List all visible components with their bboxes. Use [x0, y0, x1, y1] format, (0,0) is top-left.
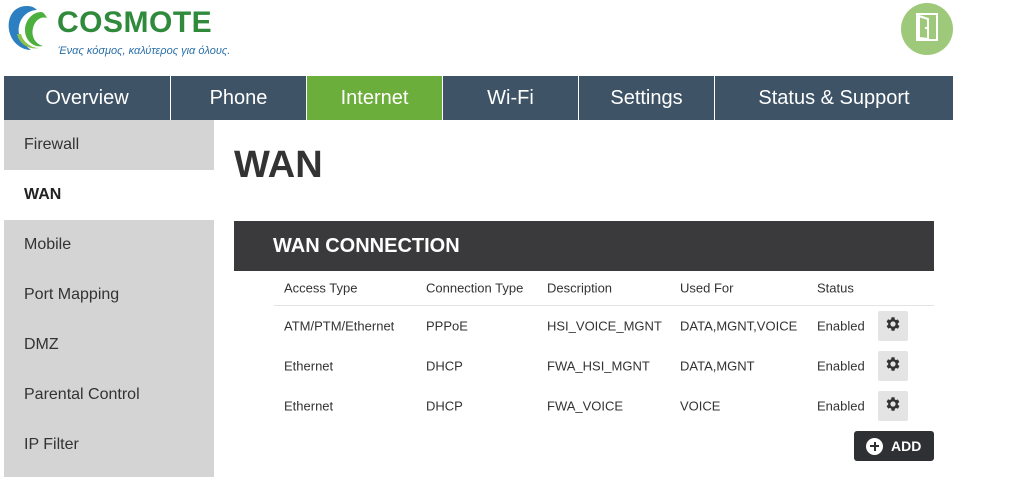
tab-settings[interactable]: Settings: [579, 76, 715, 120]
used-for-cell: DATA,MGNT: [680, 358, 755, 374]
gear-icon: [884, 315, 902, 338]
connection-type-cell: DHCP: [426, 398, 463, 414]
sidebar: Firewall WAN Mobile Port Mapping DMZ Par…: [4, 120, 214, 477]
door-exit-icon: [916, 12, 938, 46]
tab-wifi[interactable]: Wi-Fi: [443, 76, 579, 120]
header: COSMOTE Ένας κόσμος, καλύτερος για όλους…: [0, 0, 1015, 76]
sidebar-item-dmz[interactable]: DMZ: [4, 320, 214, 370]
access-type-cell: ATM/PTM/Ethernet: [284, 318, 395, 334]
description-cell: HSI_VOICE_MGNT: [547, 318, 662, 334]
status-cell: Enabled: [817, 398, 865, 414]
gear-icon: [884, 395, 902, 418]
access-type-cell: Ethernet: [284, 398, 334, 414]
page-title: WAN: [234, 144, 323, 186]
sidebar-item-mobile[interactable]: Mobile: [4, 220, 214, 270]
brand-name: COSMOTE: [57, 6, 213, 39]
add-connection-button[interactable]: ADD: [854, 431, 934, 461]
main-nav: Overview Phone Internet Wi-Fi Settings S…: [4, 76, 953, 120]
tab-internet[interactable]: Internet: [307, 76, 443, 120]
wan-connection-table: Access Type Connection Type Description …: [274, 271, 934, 426]
sidebar-item-parental-control[interactable]: Parental Control: [4, 370, 214, 420]
add-button-label: ADD: [891, 438, 922, 454]
used-for-cell: DATA,MGNT,VOICE: [680, 318, 798, 334]
column-header-status: Status: [817, 280, 854, 296]
column-header-description: Description: [547, 280, 613, 296]
cosmote-logo-icon: [5, 4, 49, 52]
edit-connection-button[interactable]: [878, 351, 908, 381]
gear-icon: [884, 355, 902, 378]
description-cell: FWA_VOICE: [547, 398, 624, 414]
section-header: WAN CONNECTION: [234, 221, 934, 271]
tab-status-support[interactable]: Status & Support: [715, 76, 953, 120]
connection-type-cell: DHCP: [426, 358, 463, 374]
sidebar-item-ip-filter[interactable]: IP Filter: [4, 420, 214, 470]
connection-type-cell: PPPoE: [426, 318, 468, 334]
table-header-row: Access Type Connection Type Description …: [274, 271, 934, 306]
description-cell: FWA_HSI_MGNT: [547, 358, 650, 374]
tab-phone[interactable]: Phone: [171, 76, 307, 120]
brand-tagline: Ένας κόσμος, καλύτερος για όλους.: [58, 45, 231, 57]
used-for-cell: VOICE: [680, 398, 721, 414]
table-row: Ethernet DHCP FWA_HSI_MGNT DATA,MGNT Ena…: [274, 346, 934, 386]
access-type-cell: Ethernet: [284, 358, 334, 374]
section-title: WAN CONNECTION: [273, 234, 460, 257]
column-header-used-for: Used For: [680, 280, 734, 296]
sidebar-item-port-mapping[interactable]: Port Mapping: [4, 270, 214, 320]
edit-connection-button[interactable]: [878, 311, 908, 341]
plus-circle-icon: [866, 437, 883, 455]
sidebar-item-wan[interactable]: WAN: [4, 170, 214, 220]
status-cell: Enabled: [817, 358, 865, 374]
table-row: Ethernet DHCP FWA_VOICE VOICE Enabled: [274, 386, 934, 426]
tab-overview[interactable]: Overview: [4, 76, 171, 120]
column-header-access-type: Access Type: [284, 280, 358, 296]
column-header-connection-type: Connection Type: [426, 280, 524, 296]
status-cell: Enabled: [817, 318, 865, 334]
sidebar-item-firewall[interactable]: Firewall: [4, 120, 214, 170]
table-row: ATM/PTM/Ethernet PPPoE HSI_VOICE_MGNT DA…: [274, 306, 934, 346]
logout-button[interactable]: [901, 3, 953, 55]
edit-connection-button[interactable]: [878, 391, 908, 421]
